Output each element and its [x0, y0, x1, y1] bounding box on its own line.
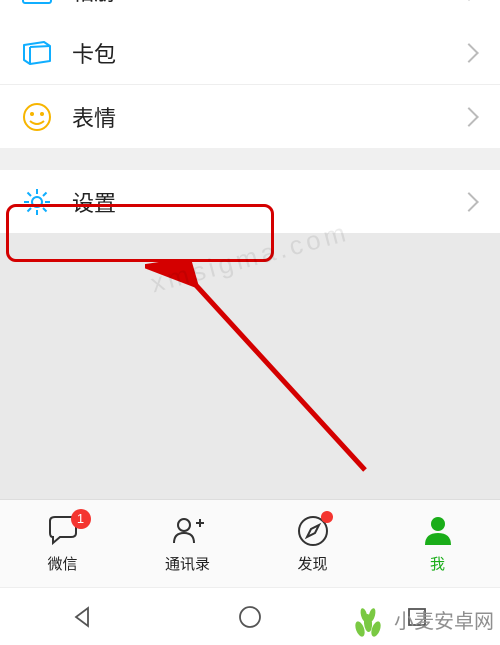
tab-contacts[interactable]: 通讯录	[125, 500, 250, 587]
menu-item-sticker[interactable]: 表情	[0, 85, 500, 148]
menu-group-2: 设置	[0, 170, 500, 233]
tab-bar: 1 微信 通讯录 发现 我	[0, 499, 500, 587]
chevron-right-icon	[459, 192, 479, 212]
picture-icon	[20, 0, 54, 8]
menu-item-label: 相册	[72, 0, 462, 7]
contacts-icon	[170, 513, 206, 549]
card-icon	[20, 36, 54, 70]
empty-area	[0, 233, 500, 499]
menu-item-card[interactable]: 卡包	[0, 22, 500, 85]
tab-label: 微信	[47, 553, 77, 574]
tab-me[interactable]: 我	[375, 500, 500, 587]
tab-label: 通讯录	[165, 553, 210, 574]
gear-icon	[20, 185, 54, 219]
tab-chat[interactable]: 1 微信	[0, 500, 125, 587]
nav-recent-button[interactable]	[398, 598, 436, 636]
system-nav-bar	[0, 587, 500, 645]
tab-label: 我	[430, 553, 445, 574]
person-icon	[420, 513, 456, 549]
menu-item-label: 设置	[72, 186, 462, 218]
partial-row-container: 相册	[0, 0, 500, 22]
chevron-right-icon	[459, 43, 479, 63]
content-column: 相册 卡包 表情	[0, 0, 500, 645]
chevron-right-icon	[459, 107, 479, 127]
nav-home-button[interactable]	[231, 598, 269, 636]
tab-label: 发现	[297, 553, 327, 574]
menu-item-label: 卡包	[72, 37, 462, 69]
tab-discover[interactable]: 发现	[250, 500, 375, 587]
smiley-icon	[20, 100, 54, 134]
menu-item-label: 表情	[72, 101, 462, 133]
badge-count: 1	[71, 509, 91, 529]
chat-bubble-icon: 1	[45, 513, 81, 549]
nav-back-button[interactable]	[64, 598, 102, 636]
section-gap	[0, 148, 500, 170]
notification-dot	[321, 511, 333, 523]
menu-item-settings[interactable]: 设置	[0, 170, 500, 233]
screen: 相册 卡包 表情	[0, 0, 500, 645]
compass-icon	[295, 513, 331, 549]
menu-item-album[interactable]: 相册	[0, 0, 500, 22]
menu-group-1: 卡包 表情	[0, 22, 500, 148]
